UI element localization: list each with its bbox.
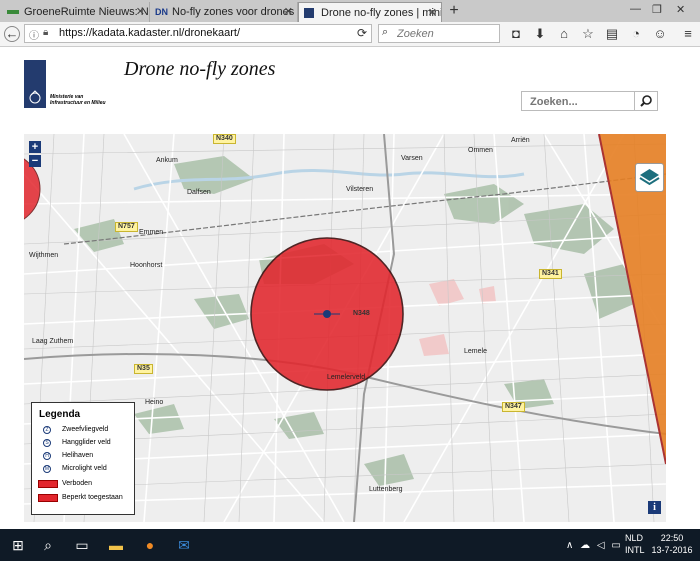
search-icon xyxy=(640,95,652,107)
maximize-icon[interactable]: ❐ xyxy=(652,3,662,16)
url-text[interactable]: https://kadata.kadaster.nl/dronekaart/ xyxy=(59,27,240,39)
road-label: N340 xyxy=(213,134,236,144)
home-icon[interactable]: ⌂ xyxy=(556,26,572,42)
back-icon[interactable]: ← xyxy=(4,26,20,42)
town-label: Hoonhorst xyxy=(130,262,163,269)
windows-start-icon[interactable]: ⊞ xyxy=(10,537,26,553)
dn-icon: DN xyxy=(155,7,168,17)
road-label: N341 xyxy=(539,269,562,279)
page-title: Drone no-fly zones xyxy=(124,58,276,80)
glider-field-icon: Z xyxy=(43,426,51,434)
tab-drone-no-fly-zones[interactable]: Drone no-fly zones | minis... ✕ xyxy=(298,2,442,22)
kadaster-icon xyxy=(304,8,314,18)
close-window-icon[interactable]: ✕ xyxy=(676,3,685,16)
browser-search-box[interactable]: ⌕ xyxy=(378,24,500,43)
lock-icon: 🔒︎ xyxy=(43,27,49,38)
road-label: N757 xyxy=(115,222,138,232)
info-icon[interactable]: ⓘ xyxy=(29,27,39,42)
tab-label: GroeneRuimte Nieuws: No... xyxy=(24,6,150,18)
town-label: Lemelerveld xyxy=(327,374,366,381)
search-icon: ⌕ xyxy=(382,26,389,38)
chevron-up-icon[interactable]: ∧ xyxy=(566,540,573,551)
bookmark-star-icon[interactable]: ☆ xyxy=(580,26,596,42)
browser-search-input[interactable] xyxy=(395,26,499,42)
info-button[interactable]: i xyxy=(648,501,661,514)
town-label: Varsen xyxy=(401,155,423,162)
legend-item: Beperkt toegestaan xyxy=(38,494,134,506)
road-label: N347 xyxy=(502,402,525,412)
legend-item: S Hangglider veld xyxy=(38,439,134,451)
town-label: Lemele xyxy=(464,348,487,355)
town-label: Vilsteren xyxy=(346,186,374,193)
site-search-box[interactable] xyxy=(521,91,658,111)
bookmarks-list-icon[interactable]: ▤ xyxy=(604,26,620,42)
file-explorer-icon[interactable]: ▬ xyxy=(108,537,124,553)
pocket-icon[interactable]: ◘ xyxy=(508,26,524,42)
minimize-icon[interactable]: — xyxy=(630,3,641,15)
close-tab-icon[interactable]: ✕ xyxy=(284,2,293,22)
town-label: Dalfsen xyxy=(187,189,211,196)
reload-icon[interactable]: ⟳ xyxy=(357,26,367,40)
microlight-icon: M xyxy=(43,465,51,473)
legend-item: M Microlight veld xyxy=(43,465,107,473)
zoom-out-button[interactable]: − xyxy=(29,155,41,167)
notification-icon[interactable]: ▭ xyxy=(611,540,620,551)
zoom-in-button[interactable]: + xyxy=(29,141,41,153)
volume-icon[interactable]: ◁ xyxy=(597,540,605,551)
new-tab-button[interactable]: + xyxy=(446,2,462,20)
network-icon[interactable]: ☁ xyxy=(580,540,590,551)
map-legend: Legenda Z Zweefvliegveld S Hangglider ve… xyxy=(31,402,135,515)
groeneruimte-icon xyxy=(7,10,19,14)
town-label: Arriën xyxy=(511,137,530,144)
tab-groeneruimte[interactable]: GroeneRuimte Nieuws: No... ✕ xyxy=(2,2,150,22)
ministry-name: Ministerie van Infrastructuur en Milieu xyxy=(50,94,106,106)
site-search-input[interactable] xyxy=(528,94,632,110)
town-label: Emmen xyxy=(139,229,164,236)
town-label: Laag Zuthem xyxy=(32,338,74,345)
menu-icon[interactable]: ≡ xyxy=(680,26,696,42)
system-clock[interactable]: 22:50 13-7-2016 xyxy=(646,532,698,556)
tab-no-fly-zones[interactable]: DN No-fly zones voor drones ... ✕ xyxy=(150,2,298,22)
legend-item: Z Zweefvliegveld xyxy=(38,426,134,438)
legend-item: Verboden xyxy=(38,480,134,492)
url-bar[interactable]: ⓘ 🔒︎ https://kadata.kadaster.nl/dronekaa… xyxy=(24,24,372,43)
legend-title: Legenda xyxy=(39,409,81,420)
restricted-swatch xyxy=(38,494,58,502)
forbidden-swatch xyxy=(38,480,58,488)
layers-icon xyxy=(639,169,660,186)
system-tray: ∧ ☁ ◁ ▭ xyxy=(566,540,621,551)
taskbar: ⊞ ⌕ ▭ ▬ ● ✉ ∧ ☁ ◁ ▭ NLD INTL 22:50 13-7-… xyxy=(0,529,700,561)
smiley-icon[interactable]: ☺ xyxy=(652,26,668,42)
heliport-icon: H xyxy=(43,452,51,460)
town-label: Wijthmen xyxy=(29,252,59,259)
firefox-icon[interactable]: ● xyxy=(142,537,158,553)
web-page: Ministerie van Infrastructuur en Milieu … xyxy=(0,47,700,529)
task-view-icon[interactable]: ▭ xyxy=(74,537,90,553)
town-label: Ommen xyxy=(468,147,493,154)
layers-button[interactable] xyxy=(635,163,664,192)
download-icon[interactable]: ⬇ xyxy=(532,26,548,42)
town-label: Ankum xyxy=(156,157,178,164)
close-tab-icon[interactable]: ✕ xyxy=(136,2,145,22)
site-search-button[interactable] xyxy=(634,92,657,110)
close-tab-icon[interactable]: ✕ xyxy=(428,3,437,22)
road-label: N348 xyxy=(353,310,370,317)
tab-label: No-fly zones voor drones ... xyxy=(172,6,298,18)
search-icon[interactable]: ⌕ xyxy=(40,537,56,553)
town-label: Luttenberg xyxy=(369,486,403,493)
town-label: Heino xyxy=(145,399,164,406)
map-viewer[interactable]: Ankum Dalfsen Varsen Ommen Arriën Vilste… xyxy=(24,134,666,522)
browser-tab-bar: GroeneRuimte Nieuws: No... ✕ DN No-fly z… xyxy=(0,0,700,22)
legend-item: H Helihaven xyxy=(38,452,134,464)
language-indicator[interactable]: NLD INTL xyxy=(625,532,645,556)
outlook-icon[interactable]: ✉ xyxy=(176,537,192,553)
ministry-logo xyxy=(24,60,46,108)
chat-icon[interactable]: ◔ xyxy=(628,26,644,42)
hangglider-icon: S xyxy=(43,439,51,447)
browser-nav-bar: ← ⓘ 🔒︎ https://kadata.kadaster.nl/dronek… xyxy=(0,22,700,47)
tab-label: Drone no-fly zones | minis... xyxy=(321,7,442,19)
road-label: N35 xyxy=(134,364,153,374)
